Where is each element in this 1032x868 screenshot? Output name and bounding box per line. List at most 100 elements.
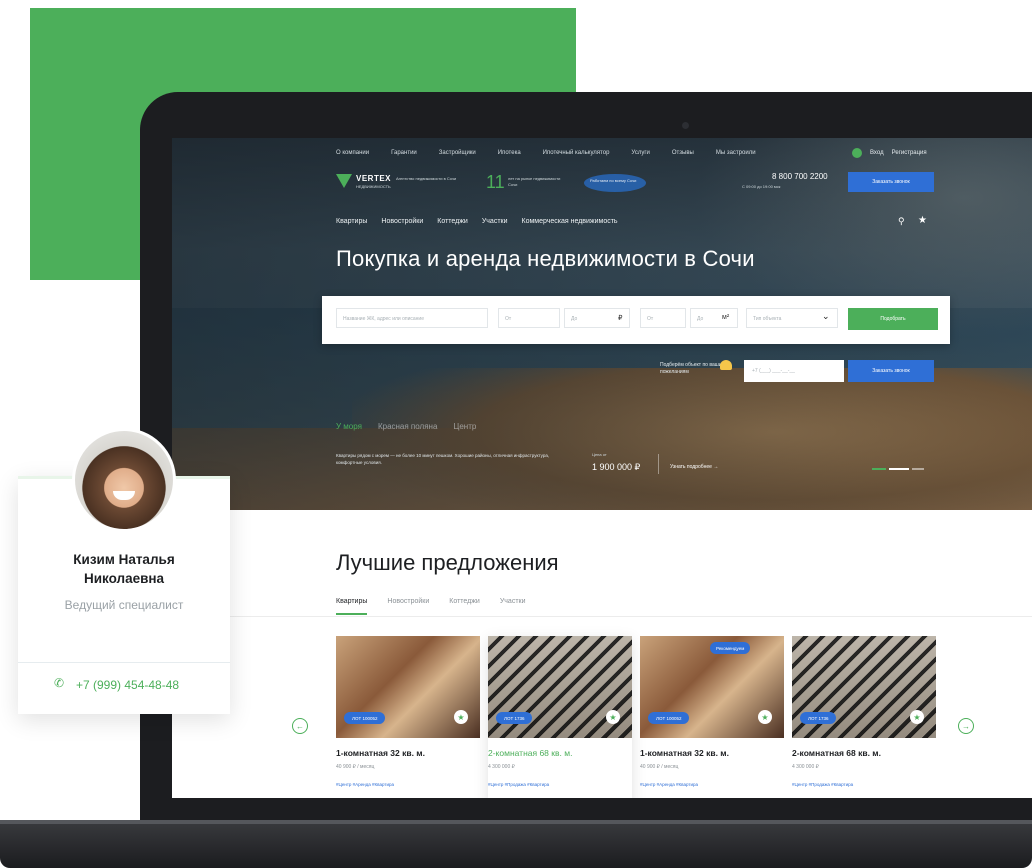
tab-apartments[interactable]: Квартиры	[336, 598, 368, 615]
agent-phone[interactable]: +7 (999) 454-48-48	[76, 678, 179, 692]
topnav-developers[interactable]: Застройщики	[439, 150, 476, 162]
header-phone[interactable]: 8 800 700 2200	[772, 172, 828, 181]
topnav-calculator[interactable]: Ипотечный калькулятор	[543, 150, 610, 162]
offers-title: Лучшие предложения	[336, 550, 559, 575]
offer-tags[interactable]: #Центр #Продажа #Квартира	[488, 782, 549, 787]
cat-lands[interactable]: Участки	[482, 218, 508, 225]
topnav-services[interactable]: Услуги	[631, 150, 649, 162]
user-icon	[852, 148, 862, 158]
cat-commercial[interactable]: Коммерческая недвижимость	[522, 218, 618, 225]
tabs-divider	[172, 616, 1032, 617]
laptop-base	[0, 820, 1032, 868]
offer-tags[interactable]: #Центр #Продажа #Квартира	[792, 782, 853, 787]
topnav-about[interactable]: О компании	[336, 150, 369, 162]
pick-callback-button[interactable]: Заказать звонок	[848, 360, 934, 382]
offer-card[interactable]: ЛОТ 1736 ★ 2-комнатная 68 кв. м. 4 300 0…	[792, 636, 936, 798]
tab-lands[interactable]: Участки	[500, 598, 526, 615]
offer-card[interactable]: ЛОТ 1736 ★ 2-комнатная 68 кв. м. 4 300 0…	[488, 636, 632, 798]
years-text: лет на рынке недвижимости Сочи	[508, 176, 561, 187]
star-icon[interactable]: ★	[758, 710, 772, 724]
offer-tags[interactable]: #Центр #Аренда #Квартира	[640, 782, 698, 787]
years-number: 11	[486, 172, 505, 192]
search-icon[interactable]: ⚲	[898, 216, 905, 227]
district-tab-center[interactable]: Центр	[453, 422, 476, 431]
register-link[interactable]: Регистрация	[892, 150, 927, 156]
offer-price: 40 900 ₽ / месяц	[336, 764, 375, 770]
search-form: Название ЖК, адрес или описание От До ₽ …	[322, 296, 950, 344]
avatar	[72, 428, 176, 532]
district-tab-polyana[interactable]: Красная поляна	[378, 422, 437, 431]
area-to-input[interactable]: До	[690, 308, 738, 328]
top-nav: О компании Гарантии Застройщики Ипотека …	[336, 150, 756, 162]
offer-tags[interactable]: #Центр #Аренда #Квартира	[336, 782, 394, 787]
district-tab-sea[interactable]: У моря	[336, 422, 362, 431]
logo-text[interactable]: VERTEX	[356, 174, 391, 183]
star-icon[interactable]: ★	[606, 710, 620, 724]
category-nav: Квартиры Новостройки Коттеджи Участки Ко…	[336, 218, 618, 225]
topnav-mortgage[interactable]: Ипотека	[498, 150, 521, 162]
area-unit: м²	[722, 314, 730, 321]
callback-button[interactable]: Заказать звонок	[848, 172, 934, 192]
price-caption: Цена от	[592, 452, 607, 457]
topnav-guarantees[interactable]: Гарантии	[391, 150, 417, 162]
cat-newbuilds[interactable]: Новостройки	[381, 218, 423, 225]
district-price: 1 900 000 ₽	[592, 462, 641, 472]
offers-tabs: Квартиры Новостройки Коттеджи Участки	[336, 598, 526, 615]
offer-card[interactable]: Рекомендуем ЛОТ 100052 ★ 1-комнатная 32 …	[640, 636, 784, 798]
chevron-down-icon[interactable]: ⌄	[822, 311, 830, 322]
logo-icon[interactable]	[336, 174, 352, 188]
agent-name: Кизим Наталья Николаевна	[18, 550, 230, 588]
price-from-input[interactable]: От	[498, 308, 560, 328]
agent-name-line2: Николаевна	[83, 571, 165, 586]
login-link[interactable]: Вход	[870, 150, 884, 156]
keyword-input[interactable]: Название ЖК, адрес или описание	[336, 308, 488, 328]
website-screen: О компании Гарантии Застройщики Ипотека …	[172, 138, 1032, 798]
slider-dot[interactable]	[912, 468, 924, 470]
topnav-reviews[interactable]: Отзывы	[672, 150, 694, 162]
lot-badge: ЛОТ 100052	[648, 712, 690, 724]
agent-name-line1: Кизим Наталья	[73, 552, 175, 567]
cat-cottages[interactable]: Коттеджи	[437, 218, 468, 225]
hero: О компании Гарантии Застройщики Ипотека …	[172, 138, 1032, 510]
offer-title[interactable]: 1-комнатная 32 кв. м.	[336, 748, 425, 758]
tab-cottages[interactable]: Коттеджи	[449, 598, 480, 615]
more-link[interactable]: Узнать подробнее →	[670, 464, 718, 470]
star-icon[interactable]: ★	[910, 710, 924, 724]
divider	[658, 454, 659, 474]
slider-dot[interactable]	[872, 468, 886, 470]
brand-row: VERTEX НЕДВИЖИМОСТЬ Агентство недвижимос…	[336, 172, 936, 194]
offer-price: 4 300 000 ₽	[488, 764, 515, 770]
camera-icon	[682, 122, 689, 129]
offer-price: 40 900 ₽ / месяц	[640, 764, 679, 770]
area-from-input[interactable]: От	[640, 308, 686, 328]
hero-title: Покупка и аренда недвижимости в Сочи	[336, 246, 755, 271]
lot-badge: ЛОТ 100052	[344, 712, 386, 724]
phone-icon: ✆	[54, 676, 65, 690]
favorites-star-icon[interactable]: ★	[918, 215, 927, 226]
offer-title[interactable]: 1-комнатная 32 кв. м.	[640, 748, 729, 758]
search-submit-button[interactable]: Подобрать	[848, 308, 938, 330]
offer-title[interactable]: 2-комнатная 68 кв. м.	[792, 748, 881, 758]
tab-newbuilds[interactable]: Новостройки	[387, 598, 429, 615]
offer-title[interactable]: 2-комнатная 68 кв. м.	[488, 748, 572, 758]
slider-dots[interactable]	[872, 468, 924, 470]
lot-badge: ЛОТ 1736	[496, 712, 533, 724]
arrow-right-icon[interactable]: →	[958, 718, 974, 734]
logo-subtitle: НЕДВИЖИМОСТЬ	[356, 184, 391, 189]
agent-divider	[18, 662, 230, 663]
price-unit: ₽	[618, 315, 623, 322]
star-icon[interactable]: ★	[454, 710, 468, 724]
map-text: Работаем по всему Сочи	[590, 178, 637, 183]
pick-phone-input[interactable]: +7 (___) ___-__-__	[744, 360, 844, 382]
offer-card[interactable]: ЛОТ 100052 ★ 1-комнатная 32 кв. м. 40 90…	[336, 636, 480, 798]
avatar-smile	[113, 491, 135, 500]
mockup-stage: О компании Гарантии Застройщики Ипотека …	[0, 0, 1032, 868]
district-tabs: У моря Красная поляна Центр	[336, 422, 476, 431]
cat-apartments[interactable]: Квартиры	[336, 218, 367, 225]
header-phone-hours: С 09:00 до 19:00 мск	[742, 184, 781, 189]
arrow-left-icon[interactable]: ←	[292, 718, 308, 734]
slider-dot[interactable]	[889, 468, 909, 470]
topnav-built[interactable]: Мы застроили	[716, 150, 756, 162]
heart-icon	[720, 360, 732, 370]
auth-block: Вход Регистрация	[852, 148, 927, 158]
